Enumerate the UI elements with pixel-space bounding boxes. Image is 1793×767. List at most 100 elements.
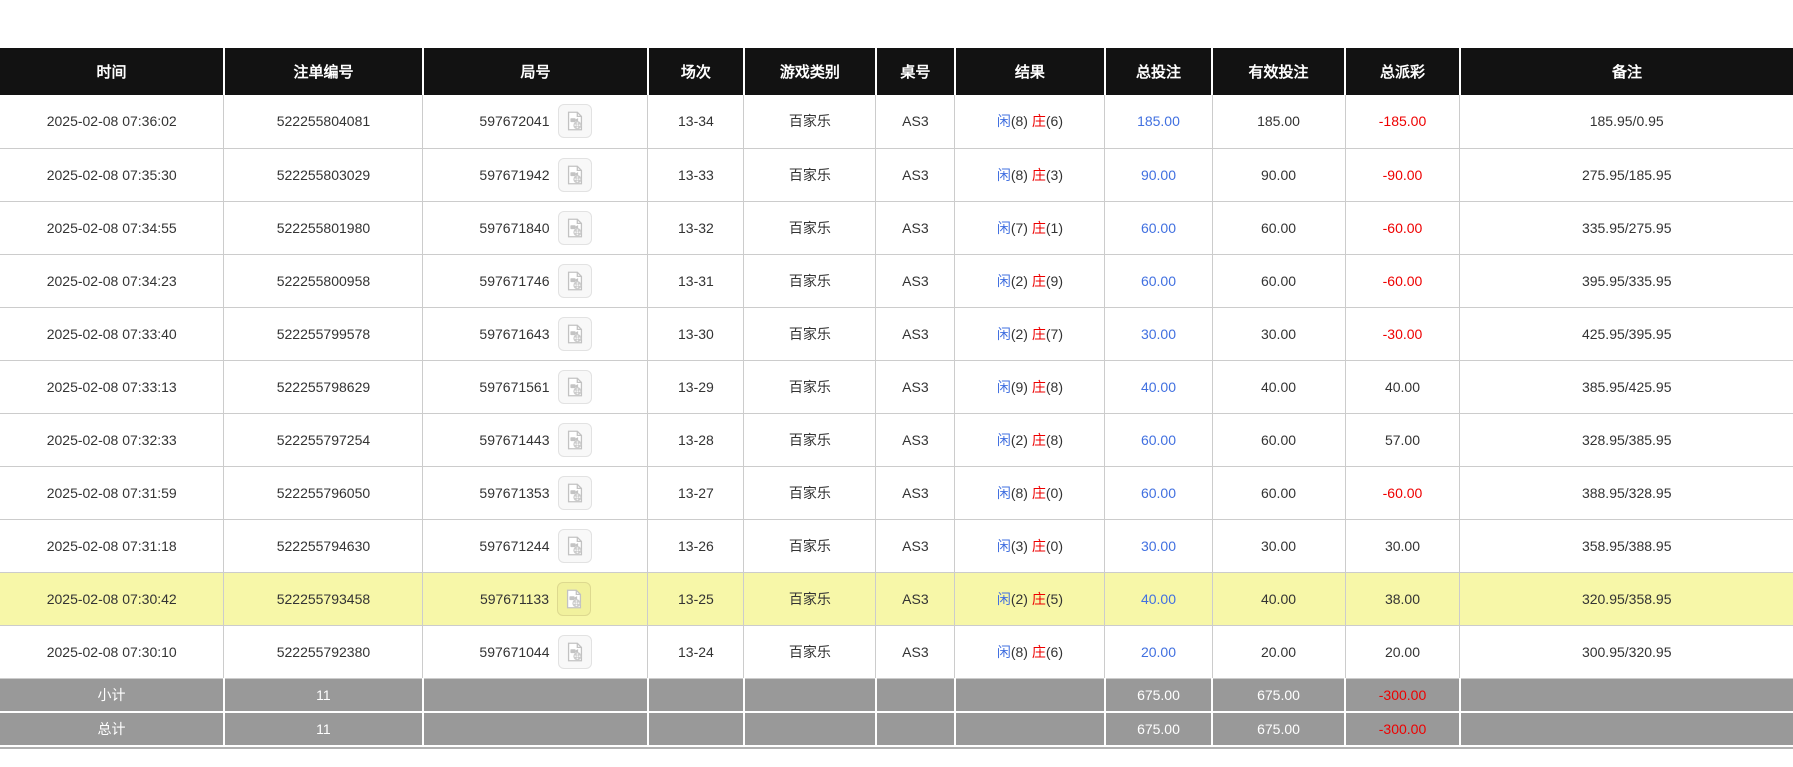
video-replay-icon (567, 483, 582, 502)
round-number-wrap: 597671840 (479, 210, 592, 245)
cell-result: 闲(2) 庄(9) (954, 254, 1106, 308)
cell-result: 闲(9) 庄(8) (954, 360, 1106, 414)
video-replay-button[interactable] (557, 369, 592, 404)
summary-valid-bet: 675.00 (1212, 678, 1347, 713)
cell-remark: 388.95/328.95 (1459, 466, 1793, 520)
cell-remark: 385.95/425.95 (1459, 360, 1793, 414)
cell-remark: 328.95/385.95 (1459, 413, 1793, 467)
cell-result: 闲(2) 庄(5) (954, 572, 1106, 626)
cell-table-number: AS3 (875, 360, 956, 414)
video-replay-button[interactable] (557, 475, 592, 510)
result-player-score: (7) (1010, 219, 1028, 236)
result-player-score: (8) (1010, 484, 1028, 501)
cell-game-type: 百家乐 (743, 254, 877, 308)
summary-empty-cell (1459, 712, 1793, 747)
cell-bet-number: 522255800958 (223, 254, 424, 308)
round-number-wrap: 597671044 (479, 634, 592, 669)
video-replay-icon (567, 165, 582, 184)
cell-game-type: 百家乐 (743, 360, 877, 414)
table-row: 2025-02-08 07:31:18 522255794630 597671244… (0, 519, 1793, 573)
result-player-score: (2) (1010, 325, 1028, 342)
video-replay-button[interactable] (557, 316, 592, 351)
cell-session: 13-25 (647, 572, 745, 626)
cell-game-type: 百家乐 (743, 466, 877, 520)
cell-total-payout: 57.00 (1345, 413, 1461, 467)
summary-empty-cell (954, 712, 1106, 747)
video-replay-button[interactable] (557, 634, 592, 669)
cell-round-number: 597671353 (422, 466, 649, 520)
cell-game-type: 百家乐 (743, 148, 877, 202)
result-banker-score: (8) (1045, 431, 1063, 448)
cell-remark: 185.95/0.95 (1459, 95, 1793, 149)
cell-table-number: AS3 (875, 625, 956, 679)
cell-game-type: 百家乐 (743, 625, 877, 679)
summary-count: 11 (223, 678, 424, 713)
cell-bet-number: 522255794630 (223, 519, 424, 573)
cell-bet-number: 522255797254 (223, 413, 424, 467)
cell-valid-bet: 40.00 (1212, 360, 1346, 414)
video-replay-button[interactable] (557, 422, 592, 457)
round-number: 597671840 (479, 219, 550, 236)
summary-empty-cell (647, 712, 745, 747)
summary-empty-cell (875, 678, 956, 713)
cell-game-type: 百家乐 (743, 95, 877, 149)
video-replay-icon (567, 111, 582, 131)
summary-total-bet: 675.00 (1104, 712, 1214, 747)
video-replay-button[interactable] (556, 581, 591, 616)
result-player-label: 闲 (996, 590, 1011, 607)
cell-result: 闲(8) 庄(6) (954, 625, 1106, 679)
cell-remark: 275.95/185.95 (1459, 148, 1793, 202)
summary-empty-cell (647, 678, 745, 713)
video-replay-button[interactable] (557, 210, 592, 245)
cell-bet-number: 522255799578 (223, 307, 424, 361)
cell-valid-bet: 60.00 (1212, 466, 1346, 520)
table-bottom-border (0, 747, 1793, 749)
cell-table-number: AS3 (875, 201, 956, 255)
summary-total-payout: -300.00 (1345, 712, 1461, 747)
cell-total-bet: 90.00 (1104, 148, 1213, 202)
video-replay-button[interactable] (557, 263, 592, 298)
cell-table-number: AS3 (875, 413, 956, 467)
result-player-label: 闲 (996, 537, 1011, 554)
cell-total-payout: -60.00 (1345, 466, 1461, 520)
cell-time: 2025-02-08 07:31:59 (0, 466, 225, 520)
round-number-wrap: 597671244 (479, 528, 592, 563)
video-replay-icon (567, 642, 582, 661)
cell-session: 13-32 (647, 201, 745, 255)
cell-session: 13-31 (647, 254, 745, 308)
table-row: 2025-02-08 07:33:13 522255798629 597671561… (0, 360, 1793, 414)
summary-count: 11 (223, 712, 424, 747)
result-banker-label: 庄 (1031, 272, 1046, 289)
cell-round-number: 597671443 (422, 413, 649, 467)
cell-time: 2025-02-08 07:33:40 (0, 307, 225, 361)
video-replay-button[interactable] (557, 104, 592, 139)
round-number-wrap: 597671353 (479, 475, 592, 510)
cell-round-number: 597671133 (422, 572, 649, 626)
summary-label: 总计 (0, 712, 225, 747)
cell-session: 13-27 (647, 466, 745, 520)
result-player-score: (8) (1010, 113, 1028, 130)
video-replay-button[interactable] (557, 157, 592, 192)
video-replay-icon (567, 324, 582, 343)
cell-round-number: 597671561 (422, 360, 649, 414)
cell-round-number: 597671942 (422, 148, 649, 202)
result-banker-score: (3) (1045, 166, 1063, 183)
col-header-session: 场次 (647, 48, 745, 95)
table-footer: 小计 11 675.00 675.00 -300.00 总计 11 675.00 675.00-… (0, 678, 1793, 747)
subtotal-row: 小计 11 675.00 675.00 -300.00 (0, 678, 1793, 713)
cell-round-number: 597671840 (422, 201, 649, 255)
cell-total-bet: 40.00 (1104, 572, 1213, 626)
cell-table-number: AS3 (875, 466, 956, 520)
video-replay-button[interactable] (557, 528, 592, 563)
result-banker-score: (6) (1045, 113, 1063, 130)
cell-remark: 425.95/395.95 (1459, 307, 1793, 361)
summary-empty-cell (422, 678, 649, 713)
result-player-label: 闲 (996, 272, 1011, 289)
cell-valid-bet: 30.00 (1212, 307, 1346, 361)
cell-result: 闲(2) 庄(8) (954, 413, 1106, 467)
cell-total-payout: 40.00 (1345, 360, 1461, 414)
table-body: 2025-02-08 07:36:02 522255804081 597672041… (0, 95, 1793, 679)
summary-total-bet: 675.00 (1104, 678, 1214, 713)
result-player-label: 闲 (996, 113, 1011, 130)
cell-valid-bet: 40.00 (1212, 572, 1346, 626)
